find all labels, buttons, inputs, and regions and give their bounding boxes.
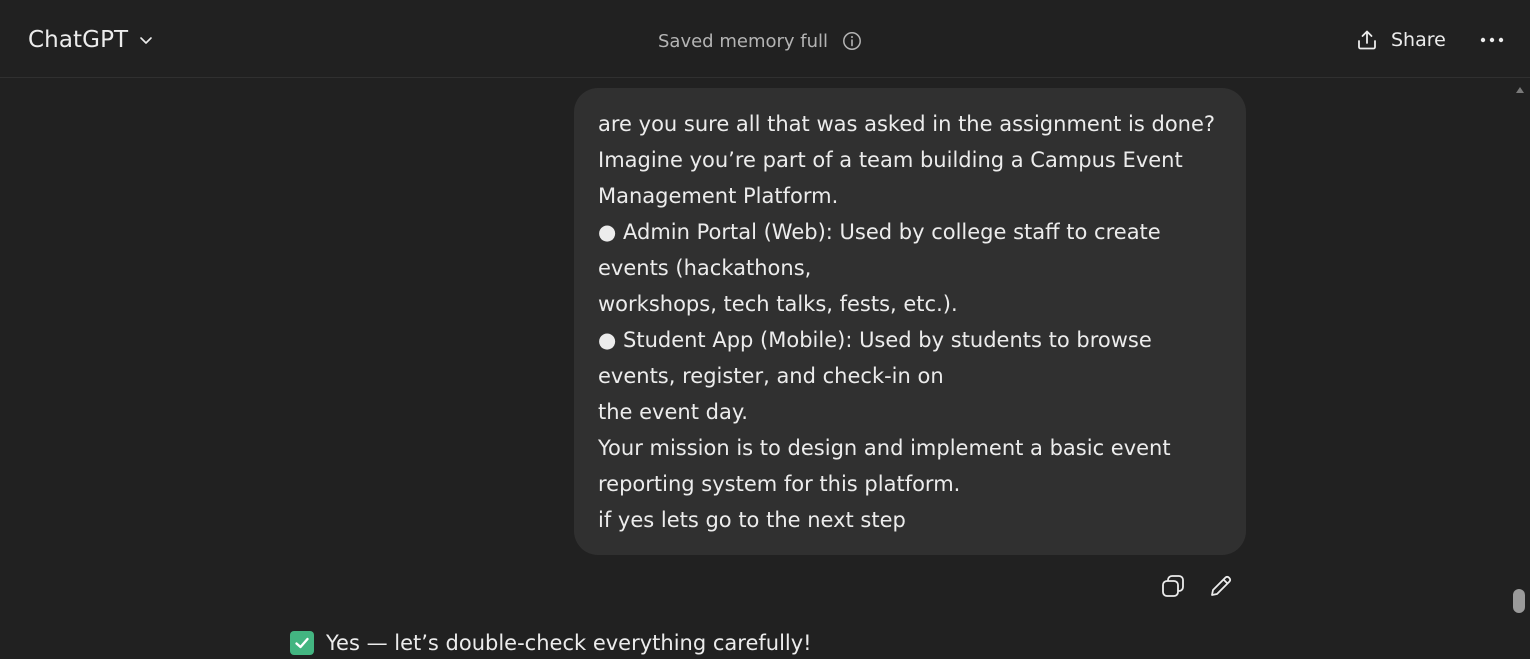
info-icon bbox=[843, 32, 861, 50]
model-name: ChatGPT bbox=[28, 27, 129, 53]
assistant-message-text: Yes — let’s double-check everything care… bbox=[326, 631, 812, 655]
user-message-bubble: are you sure all that was asked in the a… bbox=[574, 88, 1246, 555]
memory-status-indicator[interactable]: Saved memory full bbox=[658, 26, 862, 56]
chevron-down-icon bbox=[140, 37, 153, 44]
share-label: Share bbox=[1391, 29, 1446, 51]
message-actions bbox=[1158, 570, 1236, 602]
message-line: Management Platform. bbox=[598, 184, 839, 208]
message-line: ● Admin Portal (Web): Used by college st… bbox=[598, 220, 1161, 244]
copy-button[interactable] bbox=[1158, 571, 1188, 601]
top-bar: ChatGPT Saved memory full Share bbox=[0, 0, 1530, 78]
scrollbar-thumb[interactable] bbox=[1513, 589, 1525, 613]
message-line: events, register, and check-in on bbox=[598, 364, 944, 388]
assistant-message: Yes — let’s double-check everything care… bbox=[290, 626, 812, 659]
edit-message-button[interactable] bbox=[1206, 571, 1236, 601]
message-line: ● Student App (Mobile): Used by students… bbox=[598, 328, 1152, 352]
share-button[interactable]: Share bbox=[1355, 24, 1446, 56]
white-check-mark-icon bbox=[290, 631, 314, 655]
message-line: Your mission is to design and implement … bbox=[598, 436, 1171, 460]
message-line: are you sure all that was asked in the a… bbox=[598, 112, 1216, 136]
copy-icon bbox=[1162, 575, 1184, 597]
message-line: the event day. bbox=[598, 400, 748, 424]
scroll-up-arrow[interactable] bbox=[1514, 84, 1526, 96]
message-line: workshops, tech talks, fests, etc.). bbox=[598, 292, 958, 316]
pencil-icon bbox=[1211, 575, 1232, 596]
memory-status-text: Saved memory full bbox=[658, 30, 829, 52]
message-line: reporting system for this platform. bbox=[598, 472, 961, 496]
model-switcher[interactable]: ChatGPT bbox=[28, 22, 154, 58]
more-horizontal-icon bbox=[1480, 37, 1504, 43]
message-line: events (hackathons, bbox=[598, 256, 812, 280]
message-line: if yes lets go to the next step bbox=[598, 508, 906, 532]
triangle-up-icon bbox=[1516, 87, 1524, 93]
share-upload-icon bbox=[1358, 30, 1376, 50]
chat-window: ChatGPT Saved memory full Share are you … bbox=[0, 0, 1530, 659]
message-line: Imagine you’re part of a team building a… bbox=[598, 148, 1183, 172]
more-options-button[interactable] bbox=[1476, 26, 1508, 54]
